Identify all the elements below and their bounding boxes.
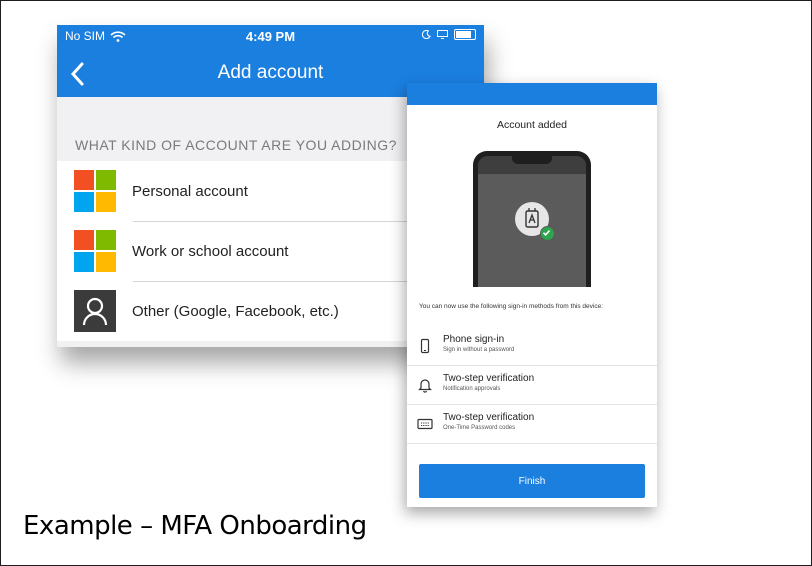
method-subtitle: One-Time Password codes: [443, 425, 516, 431]
screen-title: Account added: [496, 119, 568, 131]
finish-button[interactable]: Finish: [419, 464, 645, 498]
microsoft-logo-icon: [74, 170, 116, 212]
slide-caption: Example – MFA Onboarding: [23, 511, 367, 541]
account-added-screen: Account added You can now use the follow…: [407, 83, 657, 507]
account-option-label: Other (Google, Facebook, etc.): [132, 302, 339, 320]
account-option-label: Personal account: [132, 182, 248, 200]
keypad-icon: [417, 418, 433, 430]
status-time: 4:49 PM: [245, 29, 296, 44]
sign-in-methods-list: Phone sign-in Sign in without a password…: [407, 327, 657, 444]
phone-illustration: [473, 151, 591, 287]
check-icon: [540, 226, 555, 241]
person-icon: [74, 290, 116, 332]
sign-in-methods-description: You can now use the following sign-in me…: [419, 303, 604, 310]
status-indicators: [422, 29, 476, 40]
method-title: Two-step verification: [443, 373, 535, 384]
bell-icon: [418, 379, 432, 393]
account-option-label: Work or school account: [132, 242, 289, 260]
battery-icon: [454, 29, 476, 40]
method-notification-approvals: Two-step verification Notification appro…: [407, 366, 657, 405]
method-subtitle: Sign in without a password: [443, 347, 515, 353]
microsoft-logo-icon: [74, 230, 116, 272]
method-subtitle: Notification approvals: [443, 386, 501, 392]
moon-icon: [422, 30, 431, 39]
method-otp-codes: Two-step verification One-Time Password …: [407, 405, 657, 444]
method-title: Phone sign-in: [443, 334, 505, 345]
slide-frame: No SIM 4:49 PM Add account WHAT KIND OF …: [0, 0, 812, 566]
phone-icon: [420, 338, 430, 354]
header-bar: [407, 83, 657, 105]
method-title: Two-step verification: [443, 412, 535, 423]
page-title: Add account: [217, 62, 324, 83]
method-phone-sign-in: Phone sign-in Sign in without a password: [407, 327, 657, 366]
section-label: WHAT KIND OF ACCOUNT ARE YOU ADDING?: [75, 137, 397, 153]
screen-mirror-icon: [437, 30, 448, 39]
